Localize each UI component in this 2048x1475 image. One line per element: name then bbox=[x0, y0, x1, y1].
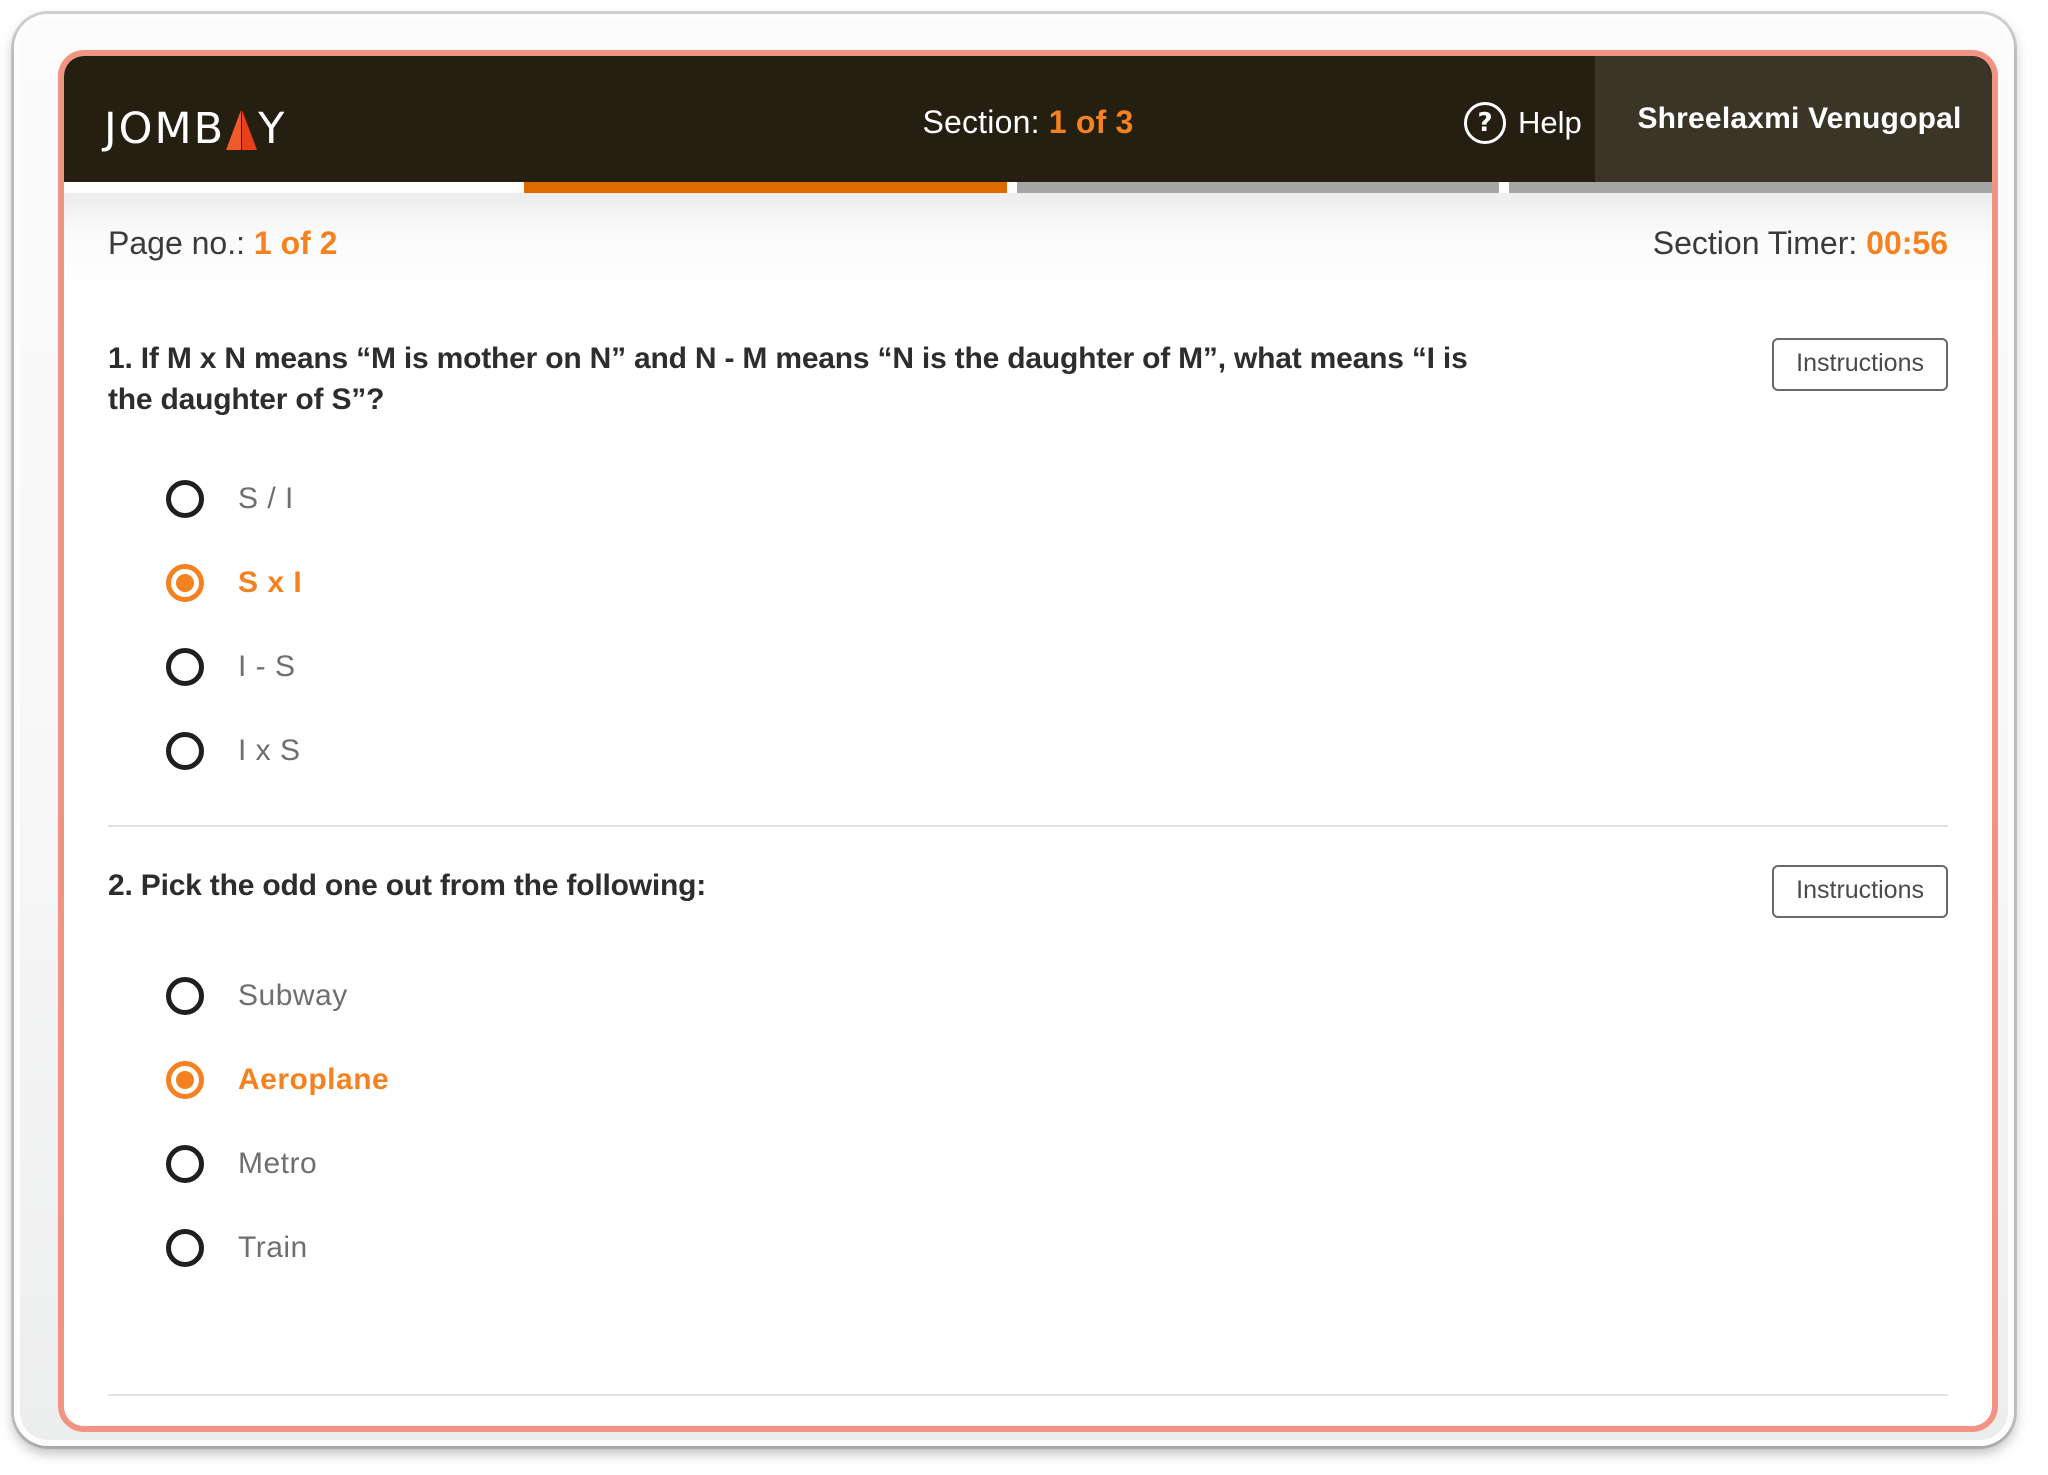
instructions-button-2[interactable]: Instructions bbox=[1772, 864, 1948, 918]
progress-spacer bbox=[64, 182, 524, 193]
help-label: Help bbox=[1518, 105, 1582, 140]
radio-icon-selected[interactable] bbox=[166, 1060, 204, 1099]
page-info-bar: Page no.: 1 of 2 Section Timer: 00:56 bbox=[64, 193, 1992, 293]
progress-segment-1 bbox=[524, 182, 1007, 193]
instructions-button-1[interactable]: Instructions bbox=[1772, 338, 1948, 391]
question-2-text: 2. Pick the odd one out from the followi… bbox=[108, 868, 707, 902]
device-bezel: JOMB Y Section: 1 of 3 ? Help Shreelaxmi… bbox=[14, 14, 2014, 1446]
section-timer: Section Timer: 00:56 bbox=[1653, 225, 1948, 262]
option-label: Train bbox=[238, 1230, 308, 1264]
radio-icon[interactable] bbox=[166, 731, 204, 770]
option-1-2[interactable]: S x I bbox=[166, 541, 1948, 625]
questions-container: 1. If M x N means “M is mother on N” and… bbox=[64, 293, 1992, 1426]
option-label: S x I bbox=[238, 565, 303, 599]
radio-icon[interactable] bbox=[166, 1228, 204, 1267]
progress-segment-3 bbox=[1509, 182, 1992, 193]
assessment-window: JOMB Y Section: 1 of 3 ? Help Shreelaxmi… bbox=[58, 50, 1998, 1432]
page-number: Page no.: 1 of 2 bbox=[108, 225, 337, 262]
question-1-text: 1. If M x N means “M is mother on N” and… bbox=[108, 342, 1468, 417]
user-name: Shreelaxmi Venugopal bbox=[1637, 102, 1962, 135]
option-1-3[interactable]: I - S bbox=[166, 625, 1948, 709]
option-label: I x S bbox=[238, 733, 301, 767]
progress-segment-2 bbox=[1016, 182, 1500, 193]
radio-icon[interactable] bbox=[166, 647, 204, 686]
option-2-3[interactable]: Metro bbox=[166, 1122, 1948, 1206]
section-timer-value: 00:56 bbox=[1866, 224, 1948, 261]
option-label: I - S bbox=[238, 649, 296, 683]
question-1-header: 1. If M x N means “M is mother on N” and… bbox=[108, 338, 1948, 421]
page-number-label: Page no.: bbox=[108, 224, 245, 261]
question-2: 2. Pick the odd one out from the followi… bbox=[64, 827, 1992, 1290]
option-1-1[interactable]: S / I bbox=[166, 457, 1948, 541]
option-2-2[interactable]: Aeroplane bbox=[166, 1038, 1948, 1122]
app-header: JOMB Y Section: 1 of 3 ? Help Shreelaxmi… bbox=[64, 56, 1992, 182]
option-label: Subway bbox=[238, 978, 348, 1012]
question-2-header: 2. Pick the odd one out from the followi… bbox=[108, 864, 1948, 918]
page-number-value: 1 of 2 bbox=[253, 224, 338, 261]
option-label: Aeroplane bbox=[238, 1062, 390, 1096]
radio-icon[interactable] bbox=[166, 479, 204, 518]
option-label: Metro bbox=[238, 1146, 318, 1180]
option-1-4[interactable]: I x S bbox=[166, 709, 1948, 793]
user-menu[interactable]: Shreelaxmi Venugopal bbox=[1595, 56, 1992, 182]
footer-divider bbox=[108, 1394, 1948, 1396]
question-1: 1. If M x N means “M is mother on N” and… bbox=[64, 293, 1992, 793]
radio-icon-selected[interactable] bbox=[166, 563, 204, 602]
section-label-text: Section: bbox=[922, 104, 1040, 140]
section-timer-label: Section Timer: bbox=[1652, 224, 1858, 261]
question-1-options: S / I S x I I - S I x S bbox=[108, 457, 1948, 793]
help-button[interactable]: ? Help bbox=[1464, 102, 1582, 144]
question-2-options: Subway Aeroplane Metro Train bbox=[108, 954, 1948, 1290]
section-progress-bar bbox=[64, 182, 1992, 193]
radio-icon[interactable] bbox=[166, 1144, 204, 1183]
section-value: 1 of 3 bbox=[1048, 104, 1134, 140]
question-circle-icon: ? bbox=[1464, 102, 1506, 144]
option-label: S / I bbox=[238, 481, 294, 515]
option-2-4[interactable]: Train bbox=[166, 1206, 1948, 1290]
option-2-1[interactable]: Subway bbox=[166, 954, 1948, 1038]
radio-icon[interactable] bbox=[166, 976, 204, 1015]
